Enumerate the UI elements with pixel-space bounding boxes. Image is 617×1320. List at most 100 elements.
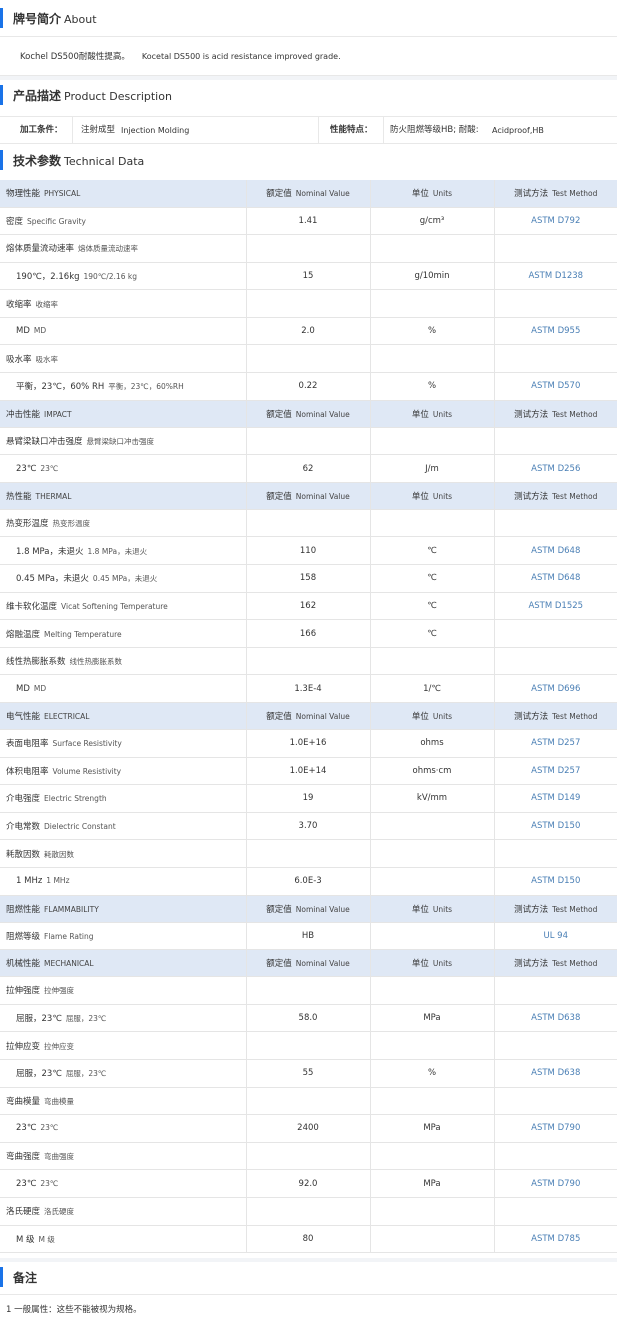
property-name-en: 23℃ [40,463,59,473]
processing-value-en: Injection Molding [121,126,190,135]
test-method-cell [494,234,617,263]
test-method-header-en: Test Method [552,959,598,969]
cell-divider [383,117,384,144]
category-name-cell: 物理性能 PHYSICAL [0,180,247,208]
property-name-en: 190℃/2.16 kg [83,271,137,281]
nominal-value-cell: 3.70 [246,812,371,841]
test-method-cell: ASTM D150 [494,812,617,841]
nominal-value-header-cn: 额定值 [266,959,292,970]
property-name-cn: 平衡，23℃，60% RH [16,382,105,393]
property-name-cn: 熔体质量流动速率 [6,244,75,255]
technical-data-title-en: Technical Data [64,154,145,168]
category-name-cn: 机械性能 [6,959,41,970]
unit-cell: ohms·cm [370,757,495,786]
test-method-header-en: Test Method [552,712,598,721]
nominal-value: 62 [302,463,314,474]
category-name-cn: 热性能 [6,491,32,502]
property-name-cell: M 级M 级 [0,1225,247,1254]
category-name-cn: 物理性能 [6,189,41,200]
unit-cell: g/cm³ [370,207,495,236]
property-name-cn: 吸水率 [6,354,32,365]
nominal-value-cell: 62 [246,454,371,483]
nominal-value-header-cn: 额定值 [266,712,292,722]
category-name-cell: 冲击性能 IMPACT [0,400,247,428]
property-name-cn: 收缩率 [6,299,32,310]
test-method-value: ASTM D256 [531,463,581,474]
test-method-value: ASTM D638 [531,1068,581,1079]
nominal-value-cell [246,1142,371,1171]
about-title: 牌号简介 [13,11,62,26]
category-name-en: FLAMMABILITY [44,904,99,914]
property-name-cn: 23℃ [16,463,37,474]
test-method-header-cn: 测试方法 [514,409,549,420]
property-row: M 级M 级 80 ASTM D785 [0,1225,617,1254]
nominal-value-header: 额定值 Nominal Value [246,949,371,978]
test-method-value: UL 94 [543,930,568,941]
property-row: 拉伸应变 拉伸应变 [0,1031,617,1060]
nominal-value-cell [246,976,371,1005]
property-name-cell: 23℃ 23℃ [0,454,247,483]
property-name-cn: 熔融温度 [6,629,41,640]
property-name-cn: 维卡软化温度 [6,601,58,612]
property-row: 1 MHz 1 MHz 6.0E-3 ASTM D150 [0,867,617,896]
nominal-value-cell [246,509,371,538]
nominal-value-header-cn: 额定值 [266,189,292,200]
product-description-row: 加工条件： 注射成型 Injection Molding 性能特点： 防火阻燃等… [0,116,617,144]
notes-section-title: 备注 [0,1267,617,1287]
nominal-value-cell [246,1031,371,1060]
category-header-row: 电气性能 ELECTRICAL 额定值 Nominal Value 单位 Units 测试方… [0,702,617,730]
property-name-cn: 体积电阻率 [6,766,49,777]
property-name-en: 拉伸应变 [44,1041,75,1051]
nominal-value: 110 [299,545,317,556]
property-name-cell: 收缩率 收缩率 [0,289,247,318]
test-method-cell: ASTM D638 [494,1059,617,1088]
nominal-value-cell: 2400 [246,1114,371,1143]
property-row: 屈服，23℃ 屈服，23℃ 55% ASTM D638 [0,1059,617,1088]
unit-cell: 1/℃ [370,674,495,703]
property-name-cell: 热变形温度 热变形温度 [0,509,247,538]
property-name-cn: 1 MHz [16,876,43,887]
section-divider [0,1258,617,1262]
category-header-row: 物理性能 PHYSICAL 额定值 Nominal Value 单位 Units 测试方法 T… [0,180,617,208]
property-name-cn: 190℃，2.16kg [16,271,80,282]
units-header-en: Units [432,491,453,501]
unit-cell [370,509,495,538]
nominal-value: 2.0 [301,326,315,337]
property-name-en: 吸水率 [35,354,59,364]
property-name-cell: 拉伸强度 拉伸强度 [0,976,247,1005]
property-name-cell: 屈服，23℃ 屈服，23℃ [0,1059,247,1088]
property-name-en: MD [33,683,47,693]
property-name-cn: 阻燃等级 [6,931,41,942]
unit-value: % [427,1068,437,1079]
property-name-en: 屈服，23℃ [65,1069,107,1079]
property-row: 熔融温度 Melting Temperature 166 ℃ [0,619,617,648]
unit-cell: MPa [370,1169,495,1198]
nominal-value-cell: 1.0E+14 [246,757,371,786]
test-method-header-cn: 测试方法 [514,904,549,915]
test-method-cell [494,427,617,456]
test-method-cell: ASTM D256 [494,454,617,483]
nominal-value-header-en: Nominal Value [295,904,350,914]
test-method-cell [494,647,617,676]
nominal-value-header-cn: 额定值 [266,904,292,915]
technical-data-title: 技术参数 [13,153,62,168]
property-name-cn: 弯曲强度 [6,1152,41,1163]
nominal-value-cell: 162 [246,592,371,621]
nominal-value: 0.22 [298,381,318,392]
features-label: 性能特点： [330,125,373,135]
test-method-value: ASTM D648 [531,545,581,556]
nominal-value: 1.0E+14 [289,765,327,776]
property-row: 表面电阻率 Surface Resistivity 1.0E+16 ohms ASTM … [0,729,617,758]
property-name-cn: 耗散因数 [6,849,41,860]
unit-value: ℃ [427,573,437,584]
property-name-cn: MD [16,326,30,337]
property-row: 热变形温度 热变形温度 [0,509,617,538]
property-name-en: Surface Resistivity [52,739,122,749]
property-name-cn: 线性热膨胀系数 [6,657,66,668]
nominal-value-cell: 1.0E+16 [246,729,371,758]
nominal-value: 80 [302,1233,314,1244]
nominal-value: HB [301,930,315,941]
unit-cell [370,1031,495,1060]
property-name-cn: M 级 [16,1234,35,1245]
test-method-header-cn: 测试方法 [514,959,549,970]
